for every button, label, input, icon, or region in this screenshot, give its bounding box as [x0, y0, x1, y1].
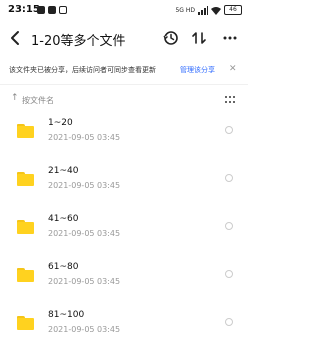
sort-bar: ↑ 按文件名: [0, 92, 248, 108]
folder-date: 2021-09-05 03:45: [48, 277, 121, 286]
app-notification-icon: [37, 6, 45, 14]
battery-icon: 46: [224, 5, 242, 15]
folder-icon: [17, 268, 34, 282]
folder-row[interactable]: 1~20 2021-09-05 03:45: [0, 112, 248, 160]
select-radio[interactable]: [225, 222, 233, 230]
header: 1-20等多个文件: [0, 24, 248, 54]
file-list: 1~20 2021-09-05 03:45 21~40 2021-09-05 0…: [0, 112, 248, 352]
folder-icon: [17, 172, 34, 186]
close-icon[interactable]: ✕: [229, 64, 237, 74]
divider: [0, 84, 248, 85]
back-arrow-icon[interactable]: [8, 30, 24, 46]
share-notice-text: 该文件夹已被分享，后续访问者可同步查看更新: [9, 66, 156, 74]
folder-row[interactable]: 41~60 2021-09-05 03:45: [0, 208, 248, 256]
folder-name: 61~80: [48, 262, 79, 272]
page-title: 1-20等多个文件: [31, 34, 126, 49]
folder-row[interactable]: 81~100 2021-09-05 03:45: [0, 304, 248, 352]
folder-name: 81~100: [48, 310, 85, 320]
network-type-label: 5G HD: [175, 6, 195, 14]
sort-icon[interactable]: [191, 30, 207, 46]
system-status-icons: 5G HD 46: [175, 5, 242, 15]
grid-view-icon[interactable]: [225, 96, 235, 104]
folder-name: 1~20: [48, 118, 73, 128]
notification-icons: [37, 6, 67, 14]
folder-row[interactable]: 21~40 2021-09-05 03:45: [0, 160, 248, 208]
folder-icon: [17, 316, 34, 330]
folder-name: 21~40: [48, 166, 79, 176]
folder-date: 2021-09-05 03:45: [48, 229, 121, 238]
folder-name: 41~60: [48, 214, 79, 224]
wifi-icon: [211, 6, 221, 15]
history-icon[interactable]: [163, 30, 179, 46]
share-notice-bar: 该文件夹已被分享，后续访问者可同步查看更新 管理该分享 ✕: [0, 62, 248, 80]
more-options-icon[interactable]: [222, 30, 238, 46]
folder-date: 2021-09-05 03:45: [48, 133, 121, 142]
folder-row[interactable]: 61~80 2021-09-05 03:45: [0, 256, 248, 304]
select-radio[interactable]: [225, 126, 233, 134]
status-bar: 23:15 5G HD 46: [0, 0, 248, 22]
status-time: 23:15: [8, 4, 40, 15]
folder-icon: [17, 220, 34, 234]
app-notification-icon: [59, 6, 67, 14]
folder-date: 2021-09-05 03:45: [48, 181, 121, 190]
select-radio[interactable]: [225, 270, 233, 278]
arrow-up-icon: ↑: [11, 93, 19, 103]
app-notification-icon: [48, 6, 56, 14]
folder-icon: [17, 124, 34, 138]
manage-share-link[interactable]: 管理该分享: [180, 65, 215, 75]
select-radio[interactable]: [225, 174, 233, 182]
signal-icon: [198, 5, 208, 15]
select-radio[interactable]: [225, 318, 233, 326]
sort-by-name-button[interactable]: 按文件名: [22, 95, 54, 106]
